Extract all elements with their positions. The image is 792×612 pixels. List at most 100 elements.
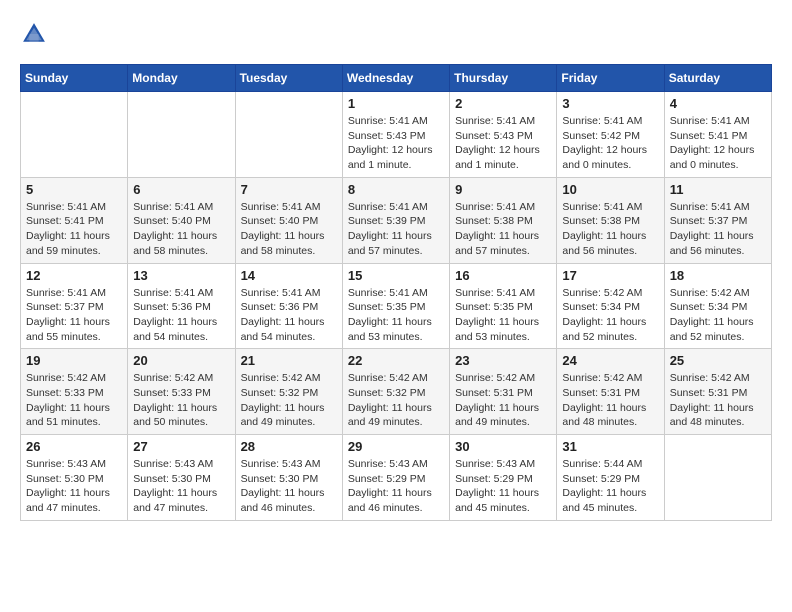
calendar-cell: 18 Sunrise: 5:42 AM Sunset: 5:34 PM Dayli…	[664, 263, 771, 349]
day-info: Sunrise: 5:42 AM Sunset: 5:34 PM Dayligh…	[670, 286, 766, 345]
header-day-thursday: Thursday	[450, 65, 557, 92]
week-row-3: 12 Sunrise: 5:41 AM Sunset: 5:37 PM Dayli…	[21, 263, 772, 349]
week-row-4: 19 Sunrise: 5:42 AM Sunset: 5:33 PM Dayli…	[21, 349, 772, 435]
day-info: Sunrise: 5:41 AM Sunset: 5:43 PM Dayligh…	[348, 114, 444, 173]
day-number: 28	[241, 439, 337, 454]
calendar-cell	[21, 92, 128, 178]
calendar-cell: 23 Sunrise: 5:42 AM Sunset: 5:31 PM Dayli…	[450, 349, 557, 435]
week-row-1: 1 Sunrise: 5:41 AM Sunset: 5:43 PM Daylig…	[21, 92, 772, 178]
calendar-cell: 14 Sunrise: 5:41 AM Sunset: 5:36 PM Dayli…	[235, 263, 342, 349]
day-number: 7	[241, 182, 337, 197]
day-info: Sunrise: 5:43 AM Sunset: 5:30 PM Dayligh…	[133, 457, 229, 516]
week-row-5: 26 Sunrise: 5:43 AM Sunset: 5:30 PM Dayli…	[21, 435, 772, 521]
logo	[20, 20, 52, 48]
calendar-cell: 5 Sunrise: 5:41 AM Sunset: 5:41 PM Daylig…	[21, 177, 128, 263]
calendar-cell	[664, 435, 771, 521]
page-header	[20, 20, 772, 48]
day-number: 10	[562, 182, 658, 197]
day-number: 22	[348, 353, 444, 368]
day-number: 20	[133, 353, 229, 368]
calendar-cell: 6 Sunrise: 5:41 AM Sunset: 5:40 PM Daylig…	[128, 177, 235, 263]
day-number: 9	[455, 182, 551, 197]
day-number: 13	[133, 268, 229, 283]
header-day-sunday: Sunday	[21, 65, 128, 92]
day-info: Sunrise: 5:41 AM Sunset: 5:42 PM Dayligh…	[562, 114, 658, 173]
calendar-cell: 28Sunrise: 5:43 AM Sunset: 5:30 PM Dayli…	[235, 435, 342, 521]
day-number: 21	[241, 353, 337, 368]
day-info: Sunrise: 5:41 AM Sunset: 5:41 PM Dayligh…	[26, 200, 122, 259]
header-day-monday: Monday	[128, 65, 235, 92]
calendar-body: 1 Sunrise: 5:41 AM Sunset: 5:43 PM Daylig…	[21, 92, 772, 521]
calendar-cell: 30 Sunrise: 5:43 AM Sunset: 5:29 PM Dayli…	[450, 435, 557, 521]
day-info: Sunrise: 5:41 AM Sunset: 5:40 PM Dayligh…	[133, 200, 229, 259]
day-info: Sunrise: 5:42 AM Sunset: 5:31 PM Dayligh…	[455, 371, 551, 430]
day-info: Sunrise: 5:41 AM Sunset: 5:38 PM Dayligh…	[455, 200, 551, 259]
calendar-cell: 11 Sunrise: 5:41 AM Sunset: 5:37 PM Dayli…	[664, 177, 771, 263]
day-info: Sunrise: 5:43 AM Sunset: 5:29 PM Dayligh…	[455, 457, 551, 516]
day-number: 15	[348, 268, 444, 283]
day-info: Sunrise: 5:41 AM Sunset: 5:35 PM Dayligh…	[455, 286, 551, 345]
calendar-cell: 24 Sunrise: 5:42 AM Sunset: 5:31 PM Dayli…	[557, 349, 664, 435]
calendar-cell: 13 Sunrise: 5:41 AM Sunset: 5:36 PM Dayli…	[128, 263, 235, 349]
calendar-cell: 10 Sunrise: 5:41 AM Sunset: 5:38 PM Dayli…	[557, 177, 664, 263]
day-info: Sunrise: 5:42 AM Sunset: 5:31 PM Dayligh…	[670, 371, 766, 430]
calendar-cell: 17 Sunrise: 5:42 AM Sunset: 5:34 PM Dayli…	[557, 263, 664, 349]
calendar-cell: 27Sunrise: 5:43 AM Sunset: 5:30 PM Dayli…	[128, 435, 235, 521]
calendar-cell: 12 Sunrise: 5:41 AM Sunset: 5:37 PM Dayli…	[21, 263, 128, 349]
day-info: Sunrise: 5:41 AM Sunset: 5:37 PM Dayligh…	[26, 286, 122, 345]
calendar-cell: 8 Sunrise: 5:41 AM Sunset: 5:39 PM Daylig…	[342, 177, 449, 263]
day-info: Sunrise: 5:41 AM Sunset: 5:39 PM Dayligh…	[348, 200, 444, 259]
calendar-cell: 4Sunrise: 5:41 AM Sunset: 5:41 PM Daylig…	[664, 92, 771, 178]
day-number: 17	[562, 268, 658, 283]
day-number: 8	[348, 182, 444, 197]
day-number: 5	[26, 182, 122, 197]
calendar-cell: 25Sunrise: 5:42 AM Sunset: 5:31 PM Dayli…	[664, 349, 771, 435]
day-info: Sunrise: 5:41 AM Sunset: 5:40 PM Dayligh…	[241, 200, 337, 259]
day-number: 3	[562, 96, 658, 111]
day-number: 6	[133, 182, 229, 197]
calendar-cell: 22 Sunrise: 5:42 AM Sunset: 5:32 PM Dayli…	[342, 349, 449, 435]
day-info: Sunrise: 5:42 AM Sunset: 5:33 PM Dayligh…	[133, 371, 229, 430]
day-number: 1	[348, 96, 444, 111]
calendar-cell: 15 Sunrise: 5:41 AM Sunset: 5:35 PM Dayli…	[342, 263, 449, 349]
day-info: Sunrise: 5:41 AM Sunset: 5:36 PM Dayligh…	[241, 286, 337, 345]
day-info: Sunrise: 5:41 AM Sunset: 5:36 PM Dayligh…	[133, 286, 229, 345]
day-number: 24	[562, 353, 658, 368]
day-number: 14	[241, 268, 337, 283]
day-info: Sunrise: 5:41 AM Sunset: 5:37 PM Dayligh…	[670, 200, 766, 259]
day-info: Sunrise: 5:43 AM Sunset: 5:29 PM Dayligh…	[348, 457, 444, 516]
calendar-cell: 31Sunrise: 5:44 AM Sunset: 5:29 PM Dayli…	[557, 435, 664, 521]
header-day-saturday: Saturday	[664, 65, 771, 92]
day-number: 23	[455, 353, 551, 368]
calendar-table: SundayMondayTuesdayWednesdayThursdayFrid…	[20, 64, 772, 521]
day-info: Sunrise: 5:42 AM Sunset: 5:32 PM Dayligh…	[348, 371, 444, 430]
day-number: 11	[670, 182, 766, 197]
day-number: 12	[26, 268, 122, 283]
day-info: Sunrise: 5:41 AM Sunset: 5:43 PM Dayligh…	[455, 114, 551, 173]
calendar-cell: 1 Sunrise: 5:41 AM Sunset: 5:43 PM Daylig…	[342, 92, 449, 178]
calendar-cell: 21Sunrise: 5:42 AM Sunset: 5:32 PM Dayli…	[235, 349, 342, 435]
header-day-friday: Friday	[557, 65, 664, 92]
day-number: 26	[26, 439, 122, 454]
calendar-cell: 16Sunrise: 5:41 AM Sunset: 5:35 PM Dayli…	[450, 263, 557, 349]
header-row: SundayMondayTuesdayWednesdayThursdayFrid…	[21, 65, 772, 92]
day-info: Sunrise: 5:42 AM Sunset: 5:34 PM Dayligh…	[562, 286, 658, 345]
day-info: Sunrise: 5:41 AM Sunset: 5:35 PM Dayligh…	[348, 286, 444, 345]
day-info: Sunrise: 5:41 AM Sunset: 5:41 PM Dayligh…	[670, 114, 766, 173]
day-number: 31	[562, 439, 658, 454]
calendar-cell	[128, 92, 235, 178]
day-number: 30	[455, 439, 551, 454]
day-info: Sunrise: 5:42 AM Sunset: 5:33 PM Dayligh…	[26, 371, 122, 430]
day-info: Sunrise: 5:41 AM Sunset: 5:38 PM Dayligh…	[562, 200, 658, 259]
day-number: 19	[26, 353, 122, 368]
calendar-cell: 2 Sunrise: 5:41 AM Sunset: 5:43 PM Daylig…	[450, 92, 557, 178]
calendar-header: SundayMondayTuesdayWednesdayThursdayFrid…	[21, 65, 772, 92]
week-row-2: 5 Sunrise: 5:41 AM Sunset: 5:41 PM Daylig…	[21, 177, 772, 263]
day-number: 18	[670, 268, 766, 283]
day-number: 29	[348, 439, 444, 454]
day-info: Sunrise: 5:42 AM Sunset: 5:31 PM Dayligh…	[562, 371, 658, 430]
calendar-cell: 19 Sunrise: 5:42 AM Sunset: 5:33 PM Dayli…	[21, 349, 128, 435]
calendar-cell: 3 Sunrise: 5:41 AM Sunset: 5:42 PM Daylig…	[557, 92, 664, 178]
day-number: 2	[455, 96, 551, 111]
calendar-cell: 29 Sunrise: 5:43 AM Sunset: 5:29 PM Dayli…	[342, 435, 449, 521]
